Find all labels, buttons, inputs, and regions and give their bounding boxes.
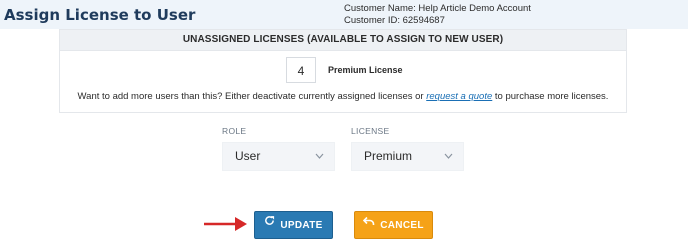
license-count: 4 [286, 57, 316, 83]
update-button[interactable]: UPDATE [254, 211, 333, 239]
role-label: ROLE [222, 126, 247, 136]
cancel-label: CANCEL [380, 220, 424, 231]
header-bar: Assign License to User Customer Name: He… [0, 0, 688, 29]
customer-name: Customer Name: Help Article Demo Account [344, 3, 531, 14]
cancel-button[interactable]: CANCEL [354, 211, 433, 239]
role-value: User [235, 149, 261, 163]
license-notice: Want to add more users than this? Either… [60, 91, 626, 102]
customer-id: Customer ID: 62594687 [344, 15, 445, 26]
unassigned-licenses-panel: UNASSIGNED LICENSES (AVAILABLE TO ASSIGN… [59, 29, 627, 113]
arrow-right-icon [203, 215, 247, 238]
license-value: Premium [364, 149, 413, 163]
license-select[interactable]: Premium [351, 142, 464, 171]
page-title: Assign License to User [4, 6, 196, 24]
notice-text-prefix: Want to add more users than this? Either… [77, 91, 424, 102]
role-select[interactable]: User [222, 142, 335, 171]
chevron-down-icon [315, 143, 324, 181]
request-quote-link[interactable]: request a quote [426, 91, 492, 102]
panel-heading: UNASSIGNED LICENSES (AVAILABLE TO ASSIGN… [60, 30, 626, 51]
refresh-icon [264, 210, 275, 238]
undo-icon [363, 210, 375, 238]
chevron-down-icon [444, 143, 453, 181]
update-label: UPDATE [280, 220, 323, 231]
notice-text-suffix: to purchase more licenses. [494, 91, 609, 102]
license-label: LICENSE [351, 126, 390, 136]
license-name: Premium License [328, 65, 403, 75]
